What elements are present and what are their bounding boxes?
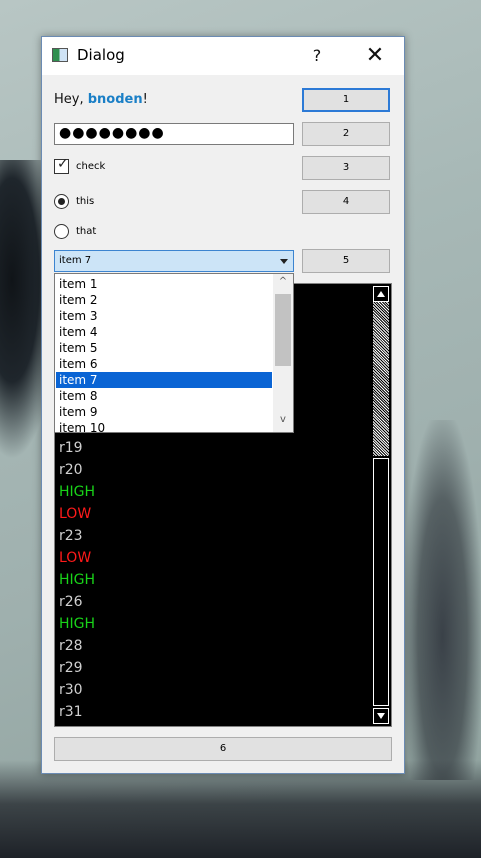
dropdown-scrollbar[interactable]: ^ v bbox=[273, 274, 293, 432]
radio-selected-dot bbox=[58, 198, 65, 205]
console-line: r28 bbox=[59, 638, 83, 654]
console-line: r30 bbox=[59, 682, 83, 698]
button-2[interactable]: 2 bbox=[302, 122, 390, 146]
dropdown-item[interactable]: item 3 bbox=[56, 308, 272, 324]
scrollbar-thumb[interactable] bbox=[373, 458, 389, 706]
console-line: LOW bbox=[59, 550, 92, 566]
button-6[interactable]: 6 bbox=[54, 737, 392, 761]
title-bar[interactable]: Dialog ? ✕ bbox=[42, 37, 404, 75]
background-art bbox=[404, 420, 481, 780]
chevron-down-icon[interactable] bbox=[280, 259, 288, 264]
close-button[interactable]: ✕ bbox=[352, 41, 398, 71]
checkmark-icon: ✓ bbox=[57, 156, 69, 172]
radio-that[interactable] bbox=[54, 224, 69, 239]
console-line: r31 bbox=[59, 704, 83, 720]
background-art bbox=[0, 760, 481, 858]
combobox-dropdown-list[interactable]: item 1 item 2 item 3 item 4 item 5 item 6 item… bbox=[54, 273, 294, 433]
console-line: HIGH bbox=[59, 484, 96, 500]
scrollbar-track[interactable] bbox=[373, 302, 389, 456]
app-icon bbox=[52, 48, 68, 62]
console-scrollbar[interactable] bbox=[371, 284, 391, 726]
button-1[interactable]: 1 bbox=[302, 88, 390, 112]
button-4[interactable]: 4 bbox=[302, 190, 390, 214]
console-line: LOW bbox=[59, 506, 92, 522]
console-line: r19 bbox=[59, 440, 83, 456]
console-line: r29 bbox=[59, 660, 83, 676]
arrow-up-icon bbox=[377, 291, 385, 297]
console-line: HIGH bbox=[59, 572, 96, 588]
console-line: r23 bbox=[59, 528, 83, 544]
check-checkbox[interactable]: ✓ bbox=[54, 156, 69, 174]
button-3[interactable]: 3 bbox=[302, 156, 390, 180]
dropdown-item[interactable]: item 9 bbox=[56, 404, 272, 420]
dropdown-item[interactable]: item 10 bbox=[56, 420, 272, 432]
radio-this-label: this bbox=[76, 196, 95, 207]
dropdown-item[interactable]: item 1 bbox=[56, 276, 272, 292]
dropdown-item[interactable]: item 6 bbox=[56, 356, 272, 372]
radio-that-label: that bbox=[76, 226, 97, 237]
item-combobox[interactable]: item 7 bbox=[54, 250, 294, 272]
dialog-window: Dialog ? ✕ Hey, bnoden! 1 ●●●●●●●● 2 ✓ c… bbox=[41, 36, 405, 774]
checkbox-label: check bbox=[76, 161, 106, 172]
window-title: Dialog bbox=[77, 46, 125, 64]
arrow-down-icon bbox=[377, 713, 385, 719]
greeting-suffix: ! bbox=[142, 92, 148, 107]
console-line: r20 bbox=[59, 462, 83, 478]
dropdown-item[interactable]: item 2 bbox=[56, 292, 272, 308]
chevron-up-icon[interactable]: ^ bbox=[273, 276, 293, 287]
console-line: r26 bbox=[59, 594, 83, 610]
help-button[interactable]: ? bbox=[300, 41, 334, 71]
scroll-down-button[interactable] bbox=[373, 708, 389, 724]
radio-this[interactable] bbox=[54, 194, 69, 209]
combobox-value: item 7 bbox=[59, 255, 92, 266]
dropdown-item[interactable]: item 5 bbox=[56, 340, 272, 356]
button-5[interactable]: 5 bbox=[302, 249, 390, 273]
password-field[interactable]: ●●●●●●●● bbox=[54, 123, 294, 145]
chevron-down-icon[interactable]: v bbox=[273, 414, 293, 425]
greeting-label: Hey, bnoden! bbox=[54, 92, 148, 107]
console-line: HIGH bbox=[59, 616, 96, 632]
greeting-prefix: Hey, bbox=[54, 92, 88, 107]
dropdown-item[interactable]: item 7 bbox=[56, 372, 272, 388]
dropdown-scrollbar-thumb[interactable] bbox=[275, 294, 291, 366]
dropdown-item[interactable]: item 4 bbox=[56, 324, 272, 340]
greeting-username: bnoden bbox=[87, 92, 143, 107]
scroll-up-button[interactable] bbox=[373, 286, 389, 302]
dropdown-item[interactable]: item 8 bbox=[56, 388, 272, 404]
